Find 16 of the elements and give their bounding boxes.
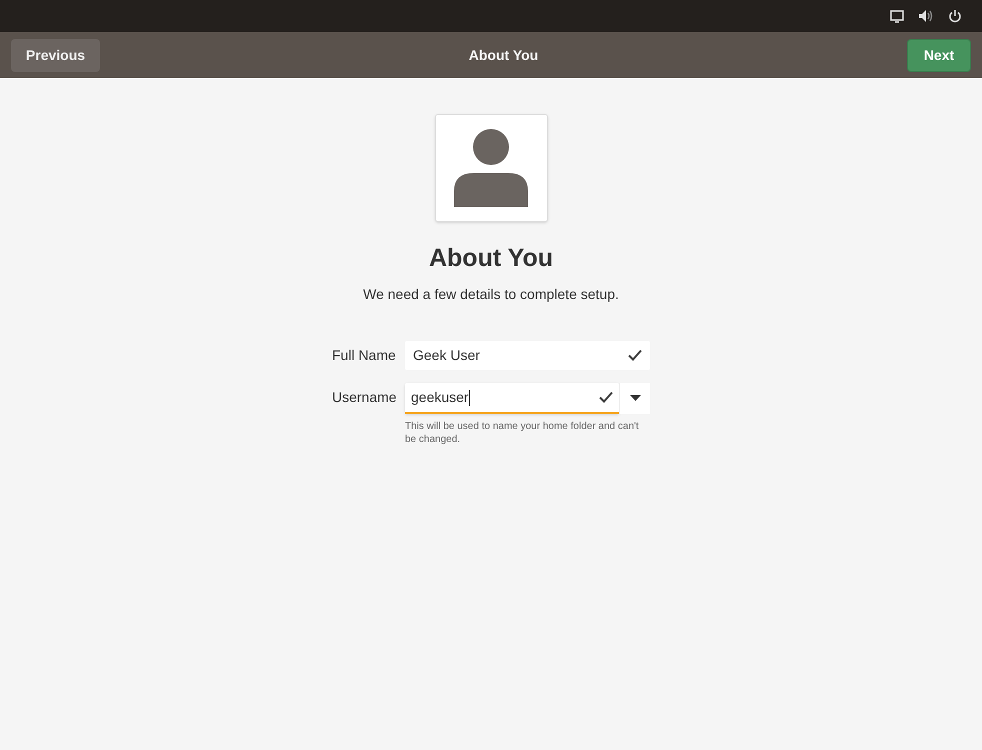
- power-icon[interactable]: [948, 9, 962, 23]
- dropdown-button[interactable]: [619, 382, 650, 414]
- text-field[interactable]: geekuser: [405, 382, 619, 414]
- field-hint: This will be used to name your home folder and can't be changed.: [405, 420, 640, 446]
- previous-button[interactable]: Previous: [11, 38, 100, 72]
- caret-icon: [630, 395, 640, 401]
- page-subtitle: We need a few details to complete setup.: [363, 284, 619, 304]
- page-title: About You: [428, 243, 554, 274]
- avatar-frame[interactable]: [434, 114, 548, 222]
- volume-icon[interactable]: [918, 9, 934, 23]
- next-button[interactable]: Next: [907, 38, 971, 72]
- user-silhouette-icon: [454, 129, 528, 207]
- text-field[interactable]: Geek User: [405, 340, 650, 370]
- monitor-icon[interactable]: [890, 10, 904, 22]
- header-title: About You: [468, 46, 538, 64]
- field-label: Full Name: [332, 346, 393, 364]
